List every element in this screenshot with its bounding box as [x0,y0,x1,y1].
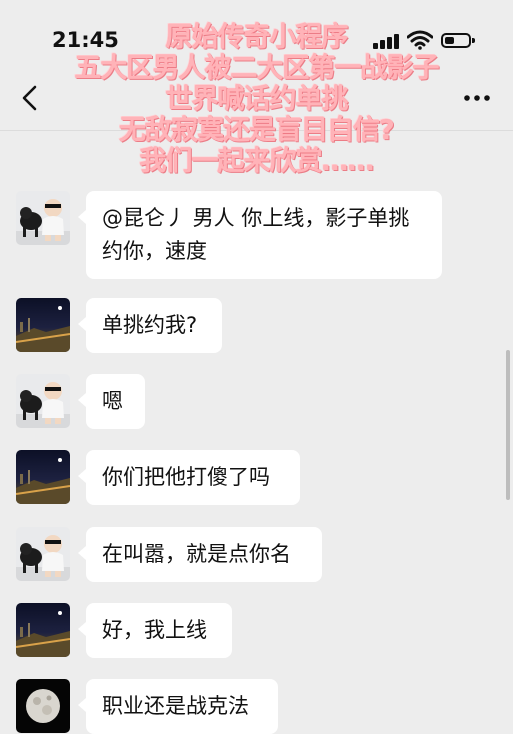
avatar[interactable] [16,450,70,504]
message-text: 约你，速度 [102,239,207,263]
moon-avatar-icon [26,689,60,723]
avatar[interactable] [16,679,70,733]
back-chevron-icon[interactable] [16,82,44,114]
message-bubble[interactable]: @昆仑丿 男人 你上线，影子单挑 约你，速度 [78,191,442,279]
avatar[interactable] [16,298,70,352]
caption-line: 我们一起来欣赏…… [139,146,375,177]
dog-baby-avatar-icon [16,382,70,428]
avatar[interactable] [16,603,70,657]
message-text: @昆仑丿 男人 你上线，影子单挑 [102,206,410,230]
avatar[interactable] [16,191,70,245]
message-bubble[interactable]: 好，我上线 [78,603,232,658]
message-bubble[interactable]: 职业还是战克法 [78,679,278,734]
message-bubble[interactable]: 在叫嚣，就是点你名 [78,527,322,582]
signal-icon [373,33,399,49]
night-city-avatar-icon [16,458,70,504]
message-text: 单挑约我? [102,313,198,337]
night-city-avatar-icon [16,306,70,352]
message-bubble[interactable]: 你们把他打傻了吗 [78,450,300,505]
message-text: 好，我上线 [102,618,207,642]
avatar[interactable] [16,527,70,581]
night-city-avatar-icon [16,611,70,657]
message-bubble[interactable]: 单挑约我? [78,298,222,353]
status-time: 21:45 [52,28,119,52]
dog-baby-avatar-icon [16,199,70,245]
message-text: 嗯 [102,389,123,413]
message-text: 你们把他打傻了吗 [102,465,270,489]
wifi-icon [407,30,433,50]
message-bubble[interactable]: 嗯 [78,374,145,429]
dog-baby-avatar-icon [16,535,70,581]
message-text: 职业还是战克法 [102,694,249,718]
message-text: 在叫嚣，就是点你名 [102,542,291,566]
chat-header: 21:45 [0,0,513,131]
avatar[interactable] [16,374,70,428]
battery-icon [441,33,475,48]
scrollbar[interactable] [506,350,510,500]
more-dots-icon[interactable] [462,88,492,108]
